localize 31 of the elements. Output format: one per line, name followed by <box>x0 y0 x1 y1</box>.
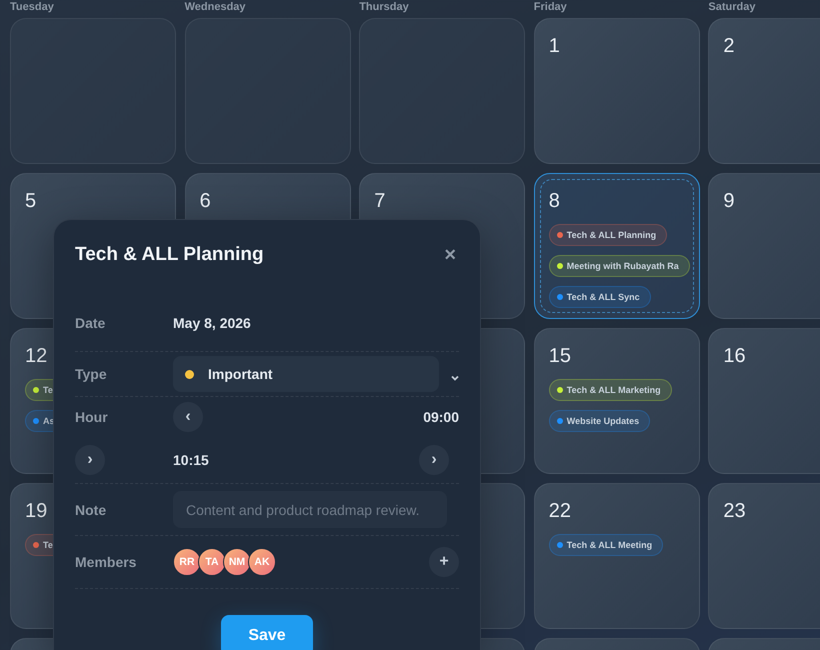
weekday-label: Tuesday <box>10 1 54 15</box>
field-label: Members <box>75 554 138 570</box>
member-avatar: NM <box>223 548 251 576</box>
day-number: 9 <box>723 190 734 212</box>
day-number: 7 <box>374 190 386 212</box>
field-label: Type <box>75 366 108 382</box>
field-label: Date <box>75 315 106 331</box>
day-number: 6 <box>200 190 211 212</box>
day-number: 12 <box>25 345 48 367</box>
weekday-label: Thursday <box>359 1 409 15</box>
weekday-label: Wednesday <box>184 1 246 15</box>
member-avatar: AK <box>248 548 276 576</box>
field-label: Hour <box>75 409 109 425</box>
field-label: Note <box>75 502 108 518</box>
day-number: 16 <box>723 345 746 367</box>
start-time: 09:00 <box>423 409 459 425</box>
day-number: 19 <box>25 500 48 522</box>
day-number: 1 <box>548 35 560 57</box>
weekday-label: Friday <box>534 1 567 15</box>
day-number: 8 <box>548 190 560 212</box>
day-number: 23 <box>723 500 746 522</box>
date-value: May 8, 2026 <box>173 315 251 331</box>
end-time: 10:15 <box>173 452 209 468</box>
day-number: 15 <box>548 345 572 367</box>
member-avatar: RR <box>173 548 201 576</box>
member-avatar: TA <box>198 548 226 576</box>
weekday-label: Saturday <box>708 1 756 15</box>
day-number: 5 <box>25 190 36 212</box>
dialog-title: Tech & ALL Planning <box>75 244 264 266</box>
day-number: 22 <box>548 500 572 522</box>
day-number: 2 <box>723 35 734 57</box>
